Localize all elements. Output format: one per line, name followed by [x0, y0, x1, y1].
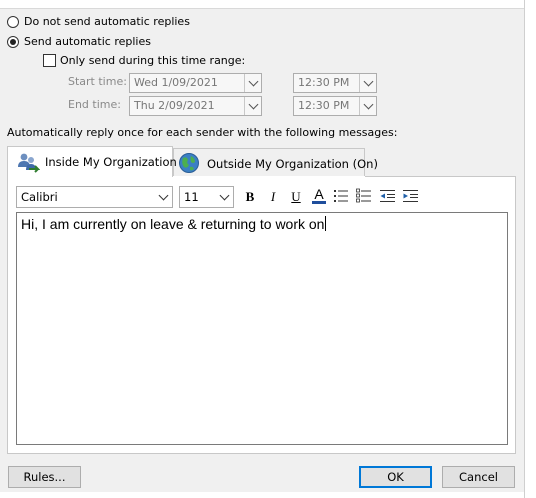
no-auto-reply-label[interactable]: Do not send automatic replies — [24, 15, 190, 29]
time-range-checkbox[interactable] — [43, 54, 56, 67]
tab-inside-label: Inside My Organization — [45, 155, 177, 169]
end-date-picker[interactable]: Thu 2/09/2021 — [129, 96, 262, 116]
chevron-down-icon — [363, 76, 373, 86]
text-caret — [325, 216, 327, 231]
time-range-label[interactable]: Only send during this time range: — [60, 54, 245, 68]
message-text: Hi, I am currently on leave & returning … — [21, 216, 327, 232]
increase-indent-icon[interactable] — [402, 188, 419, 204]
underline-icon: U — [291, 189, 301, 204]
people-organization-icon — [18, 153, 40, 173]
start-time-dropdown-button[interactable] — [359, 74, 376, 92]
end-time-value: 12:30 PM — [298, 99, 350, 112]
font-name-dropdown-button[interactable] — [155, 187, 172, 207]
end-date-dropdown-button[interactable] — [244, 97, 261, 115]
end-time-label: End time: — [68, 98, 121, 111]
font-color-icon: A — [314, 185, 324, 202]
font-name-value: Calibri — [21, 190, 58, 204]
tab-outside-label: Outside My Organization (On) — [207, 157, 378, 171]
italic-icon: I — [270, 189, 276, 204]
start-date-dropdown-button[interactable] — [244, 74, 261, 92]
tab-inside-organization[interactable]: Inside My Organization — [7, 146, 177, 177]
message-editor[interactable]: Hi, I am currently on leave & returning … — [16, 212, 508, 445]
end-time-dropdown-button[interactable] — [359, 97, 376, 115]
ok-button[interactable]: OK — [359, 466, 432, 488]
font-color-bar — [312, 200, 326, 204]
rules-button[interactable]: Rules... — [8, 466, 81, 488]
tab-strip-line — [365, 176, 516, 177]
bold-icon: B — [245, 189, 255, 204]
window-top-remnant — [0, 0, 524, 9]
start-date-picker[interactable]: Wed 1/09/2021 — [129, 73, 262, 93]
instruction-text: Automatically reply once for each sender… — [7, 126, 398, 139]
chevron-down-icon — [219, 190, 230, 200]
bold-button[interactable]: B — [241, 188, 259, 206]
cancel-button[interactable]: Cancel — [442, 466, 515, 488]
numbering-icon[interactable] — [356, 188, 372, 204]
background-window-strip — [0, 492, 524, 498]
start-time-value: 12:30 PM — [298, 76, 350, 89]
font-size-value: 11 — [184, 190, 199, 204]
send-auto-reply-label[interactable]: Send automatic replies — [24, 35, 151, 49]
chevron-down-icon — [158, 190, 169, 200]
no-auto-reply-radio[interactable] — [7, 16, 19, 28]
send-auto-reply-radio[interactable] — [7, 36, 19, 48]
chevron-down-icon — [248, 76, 258, 86]
chevron-down-icon — [248, 99, 258, 109]
font-name-select[interactable]: Calibri — [16, 186, 173, 208]
end-time-picker[interactable]: 12:30 PM — [293, 96, 377, 116]
font-color-button[interactable]: A — [310, 186, 328, 204]
underline-button[interactable]: U — [287, 188, 305, 206]
tab-outside-organization[interactable]: Outside My Organization (On) — [173, 148, 378, 176]
start-date-value: Wed 1/09/2021 — [134, 76, 218, 89]
end-date-value: Thu 2/09/2021 — [134, 99, 215, 112]
font-size-select[interactable]: 11 — [179, 186, 234, 208]
start-time-picker[interactable]: 12:30 PM — [293, 73, 377, 93]
decrease-indent-icon[interactable] — [379, 188, 396, 204]
bullets-icon[interactable] — [333, 188, 349, 204]
globe-icon — [179, 153, 199, 173]
start-time-label: Start time: — [68, 75, 127, 88]
chevron-down-icon — [363, 99, 373, 109]
italic-button[interactable]: I — [264, 188, 282, 206]
font-size-dropdown-button[interactable] — [216, 187, 233, 207]
window-right-edge — [524, 0, 536, 498]
